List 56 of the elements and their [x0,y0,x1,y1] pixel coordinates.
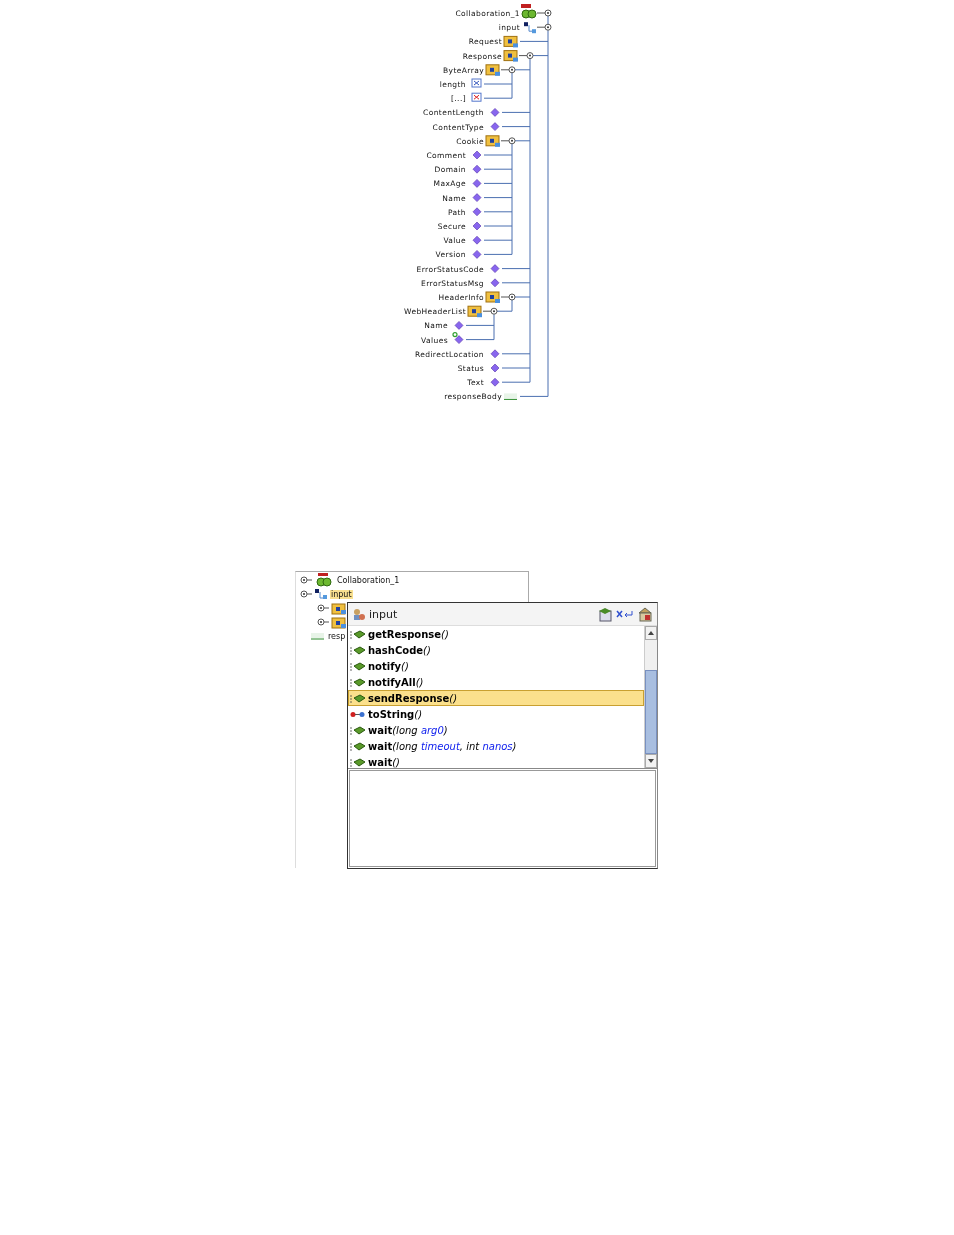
expander-icon[interactable] [508,66,516,74]
method-icon [350,645,366,655]
scroll-down-icon[interactable] [648,759,654,763]
tree-node-icon [314,588,328,600]
method-icon [350,693,366,703]
folder-icon [467,305,482,318]
variable-icon [311,632,325,640]
list-diamond-icon [452,332,464,344]
method-item[interactable]: toString() [348,706,644,722]
diamond-icon [454,321,464,330]
method-item[interactable]: getResponse() [348,626,644,642]
field-icon [471,92,482,102]
method-filter-icon[interactable] [597,606,613,622]
scroll-up-icon[interactable] [648,631,654,635]
folder-icon [331,601,347,615]
method-icon [350,741,366,751]
expander-icon[interactable] [526,52,534,60]
tree-label[interactable]: Collaboration_1 [336,575,401,585]
tree-label[interactable]: input [330,589,353,599]
object-icon [352,607,366,621]
method-item[interactable]: wait(long timeout, int nanos) [348,738,644,754]
expander-icon[interactable] [300,575,312,585]
expander-icon[interactable] [317,617,329,627]
folder-icon [485,291,500,303]
package-icon[interactable] [637,606,653,622]
expander-icon[interactable] [508,137,516,145]
folder-icon [331,615,347,629]
tree-node-icon [524,22,536,34]
method-item[interactable]: notify() [348,658,644,674]
method-icon [350,629,366,639]
method-icon [350,757,366,767]
tree-label[interactable]: resp [327,631,347,641]
method-icon [350,725,366,735]
method-item[interactable]: sendResponse() [348,690,644,706]
expander-icon[interactable] [317,603,329,613]
gear-icon [314,573,334,587]
clear-icon[interactable] [616,609,634,619]
override-icon [350,709,366,719]
method-icon [350,677,366,687]
scrollbar[interactable] [644,626,657,768]
variable-icon [503,393,518,400]
method-icon [350,661,366,671]
method-item[interactable]: hashCode() [348,642,644,658]
method-item[interactable]: notifyAll() [348,674,644,690]
folder-icon [503,50,518,62]
field-icon [471,78,482,88]
gear-icon [521,4,537,19]
folder-icon [485,64,500,76]
popup-title: input [369,607,398,621]
method-item[interactable]: wait(long arg0) [348,722,644,738]
expander-icon[interactable] [490,307,498,315]
method-item[interactable]: wait() [348,754,644,770]
folder-icon [485,135,500,147]
folder-icon [503,35,518,48]
expander-icon[interactable] [508,293,516,301]
expander-icon[interactable] [300,589,312,599]
